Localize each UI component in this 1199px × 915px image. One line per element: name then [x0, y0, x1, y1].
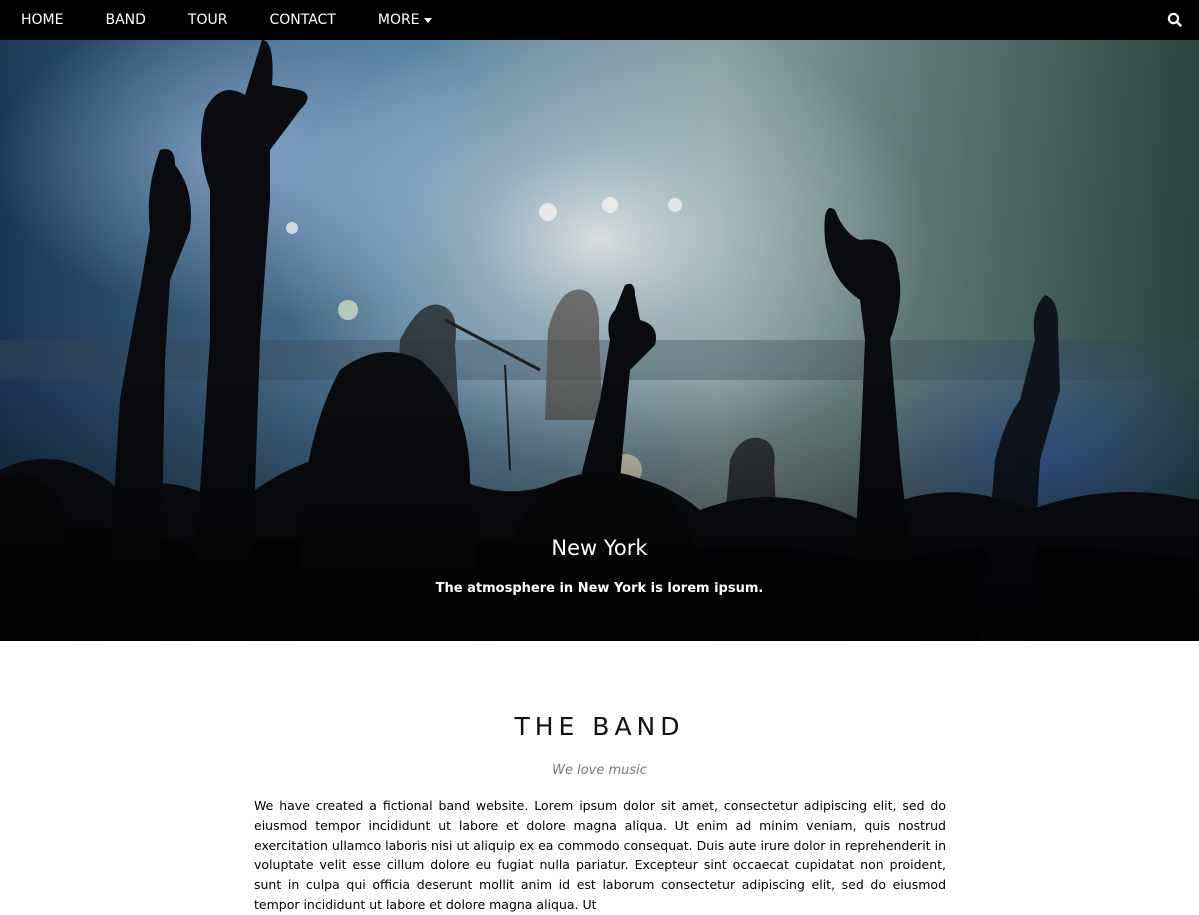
band-description: We have created a fictional band website… [254, 798, 946, 912]
hero-carousel-slide: New York The atmosphere in New York is l… [0, 40, 1199, 641]
nav-more-label: MORE [377, 12, 420, 28]
band-section-title: THE BAND [514, 712, 685, 741]
nav-home-link[interactable]: HOME [0, 0, 84, 40]
nav-band-link[interactable]: BAND [84, 0, 166, 40]
hero-title: New York [551, 536, 648, 560]
top-navbar: HOME BAND TOUR CONTACT MORE [0, 0, 1199, 40]
hero-subtitle: The atmosphere in New York is lorem ipsu… [435, 581, 764, 596]
band-tagline: We love music [552, 763, 647, 778]
nav-more-dropdown[interactable]: MORE [357, 0, 453, 40]
nav-tour-link[interactable]: TOUR [167, 0, 249, 40]
nav-contact-link[interactable]: CONTACT [248, 0, 356, 40]
search-icon[interactable] [1166, 11, 1184, 29]
caret-down-icon [423, 17, 432, 23]
